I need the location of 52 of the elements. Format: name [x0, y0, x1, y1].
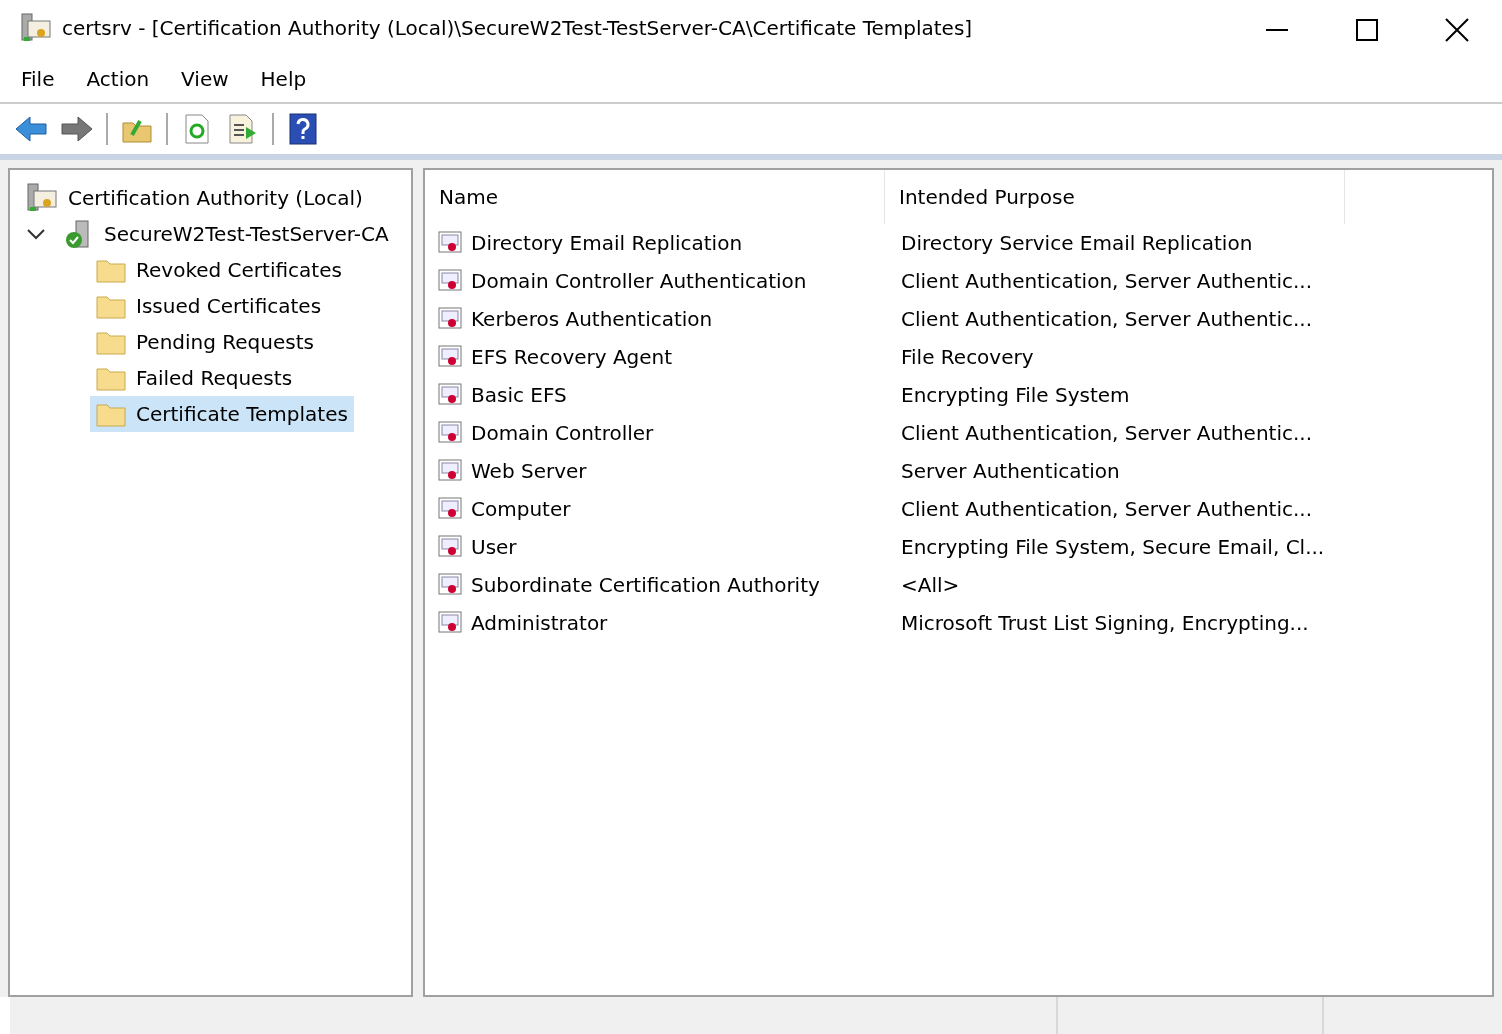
table-cell-text: File Recovery: [900, 344, 1034, 371]
table-cell-text: EFS Recovery Agent: [471, 344, 673, 371]
certificate-template-icon: [437, 534, 463, 560]
tree-item[interactable]: Pending Requests: [90, 324, 320, 360]
maximize-icon: [1356, 18, 1378, 41]
tree-item[interactable]: Certificate Templates: [90, 396, 354, 432]
certificate-template-icon: [437, 344, 463, 370]
certificate-template-icon: [437, 496, 463, 522]
table-cell-text: Directory Service Email Replication: [900, 230, 1253, 257]
certificate-template-icon: [437, 306, 463, 332]
table-cell-text: <All>: [900, 572, 960, 599]
window-title: certsrv - [Certification Authority (Local)\SecureW2Test-TestServer-CA\Certificate Templates]: [62, 15, 974, 42]
table-cell-text: Client Authentication, Server Authentic...: [900, 496, 1313, 523]
table-cell-text: Encrypting File System, Secure Email, Cl...: [900, 534, 1325, 561]
menu-item[interactable]: View: [165, 64, 245, 94]
column-header[interactable]: Name: [425, 170, 885, 224]
table-cell-text: Kerberos Authentication: [471, 306, 713, 333]
menu-item[interactable]: Help: [244, 64, 323, 94]
certificate-template-icon: [437, 230, 463, 256]
certificate-template-icon: [437, 420, 463, 446]
table-cell-text: Client Authentication, Server Authentic...: [900, 268, 1313, 295]
table-cell-text: User: [471, 534, 517, 561]
tree-item[interactable]: SecureW2Test-TestServer-CA: [58, 216, 395, 252]
minimize-icon: [1266, 28, 1288, 31]
table-cell-text: Domain Controller: [471, 420, 654, 447]
table-cell-text: Server Authentication: [900, 458, 1120, 485]
close-icon: [1445, 17, 1469, 42]
table-cell-text: Subordinate Certification Authority: [471, 572, 820, 599]
tree-item[interactable]: Revoked Certificates: [90, 252, 348, 288]
tree-item[interactable]: Issued Certificates: [90, 288, 328, 324]
menu-item[interactable]: Action: [70, 64, 166, 94]
table-cell-text: Client Authentication, Server Authentic...: [900, 306, 1313, 333]
table-cell-text: Microsoft Trust List Signing, Encrypting...: [900, 610, 1309, 637]
certificate-template-icon: [437, 268, 463, 294]
table-cell-text: Directory Email Replication: [471, 230, 743, 257]
table-cell-text: Client Authentication, Server Authentic...: [900, 420, 1313, 447]
column-header[interactable]: Intended Purpose: [885, 170, 1345, 224]
menu-item[interactable]: File: [5, 64, 71, 94]
table-cell-text: Encrypting File System: [900, 382, 1130, 409]
table-cell-text: Basic EFS: [471, 382, 567, 409]
table-cell-text: Web Server: [471, 458, 587, 485]
certificate-template-icon: [437, 572, 463, 598]
certificate-template-icon: [437, 458, 463, 484]
app-icon: [20, 13, 52, 43]
tree-item[interactable]: Certification Authority (Local): [20, 180, 369, 216]
certificate-template-icon: [437, 610, 463, 636]
certificate-authority-icon: [26, 183, 58, 213]
certificate-template-icon: [437, 382, 463, 408]
table-cell-text: Domain Controller Authentication: [471, 268, 807, 295]
table-cell-text: Computer: [471, 496, 571, 523]
table-cell-text: Administrator: [471, 610, 608, 637]
tree-item[interactable]: Failed Requests: [90, 360, 299, 396]
